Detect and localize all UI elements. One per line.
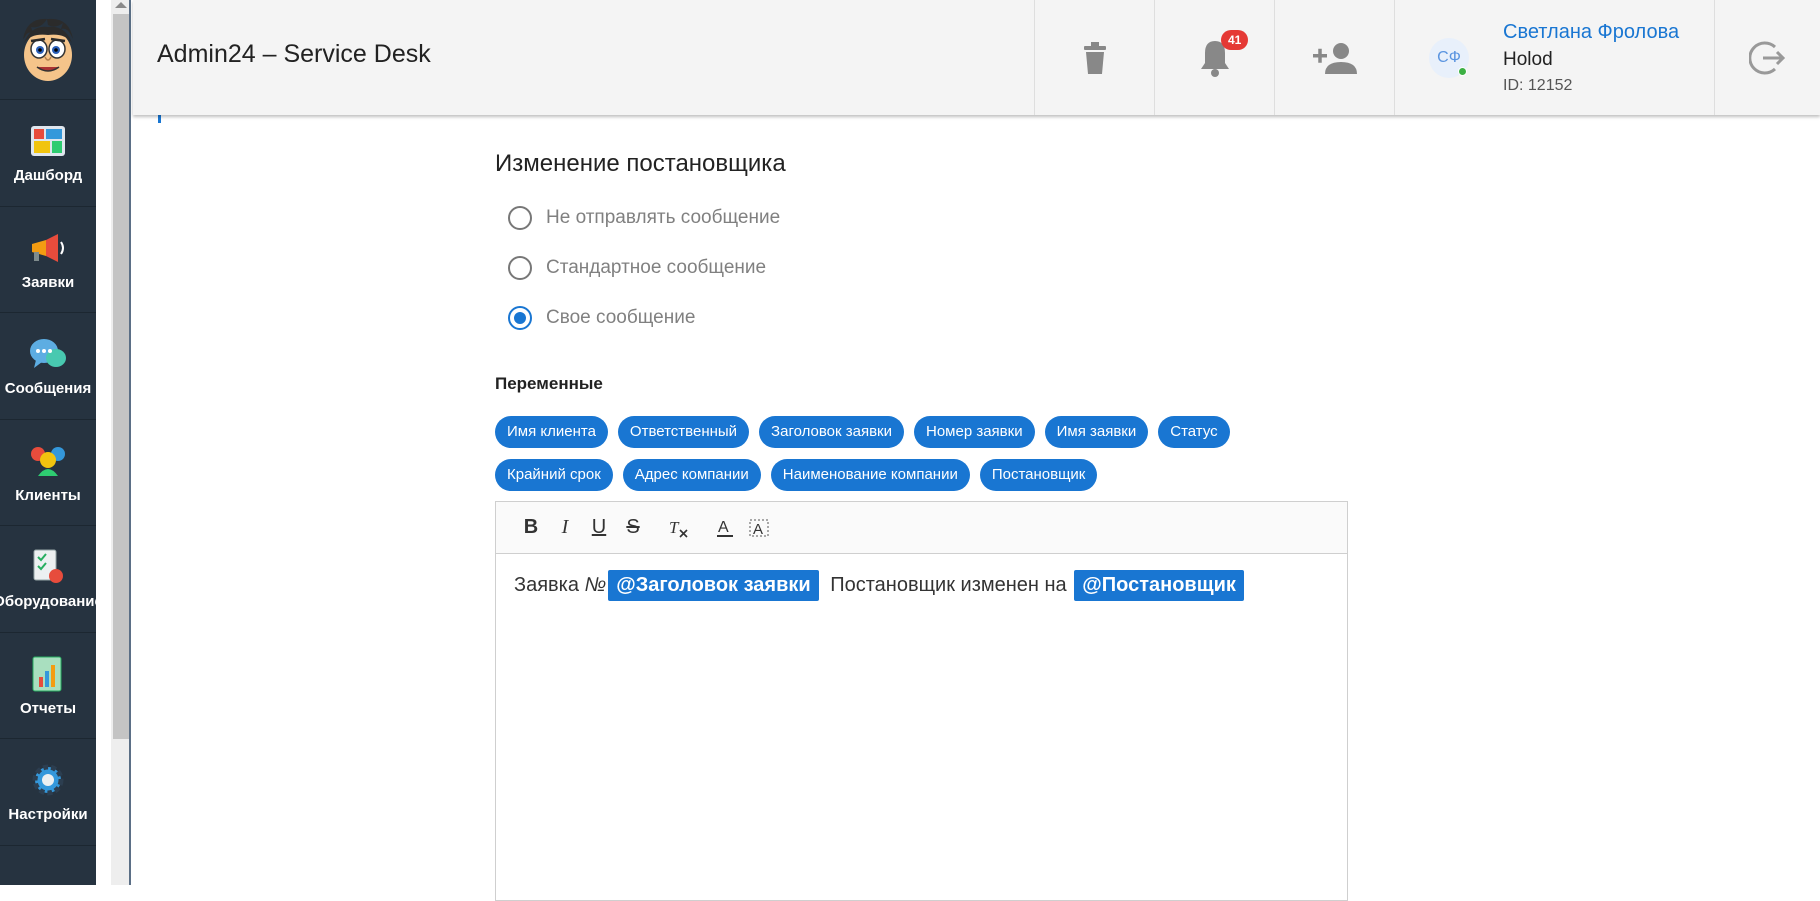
- scroll-thumb[interactable]: [113, 14, 129, 739]
- clear-format-icon[interactable]: T: [662, 511, 696, 545]
- settings-icon: [28, 760, 68, 800]
- variable-chip[interactable]: Заголовок заявки: [759, 416, 904, 448]
- underline-icon[interactable]: U: [582, 511, 616, 545]
- radio-button[interactable]: [508, 206, 532, 230]
- notification-count-badge: 41: [1221, 30, 1249, 50]
- svg-text:A: A: [718, 519, 729, 536]
- app-title: Admin24 – Service Desk: [157, 40, 431, 68]
- italic-icon[interactable]: I: [548, 511, 582, 545]
- online-status-dot: [1458, 66, 1467, 76]
- radio-custom-message[interactable]: Свое сообщение: [508, 306, 695, 330]
- equipment-icon: [28, 547, 68, 587]
- radio-button-checked[interactable]: [508, 306, 532, 330]
- user-id: ID: 12152: [1503, 76, 1573, 94]
- top-header: Admin24 – Service Desk 41 СФ Светлана Фр…: [133, 0, 1820, 115]
- radio-label: Свое сообщение: [546, 307, 696, 328]
- variable-mention[interactable]: @Постановщик: [1074, 570, 1244, 601]
- variable-chip[interactable]: Крайний срок: [495, 459, 613, 491]
- avatar-initials: СФ: [1437, 48, 1461, 66]
- logout-icon: [1748, 41, 1785, 74]
- variables-heading: Переменные: [495, 374, 603, 393]
- mascot-logo-icon: [23, 18, 73, 81]
- trash-icon: [1083, 41, 1106, 74]
- logout-button[interactable]: [1714, 0, 1820, 115]
- strikethrough-icon[interactable]: S: [616, 511, 650, 545]
- variable-chip[interactable]: Адрес компании: [622, 459, 761, 491]
- notifications-button[interactable]: 41: [1154, 0, 1274, 115]
- variables-chips-row-2: Крайний срок Адрес компании Наименование…: [495, 459, 1098, 491]
- radio-button[interactable]: [508, 256, 532, 280]
- editor-text-italic: №: [584, 574, 607, 596]
- variable-mention[interactable]: @Заголовок заявки: [608, 570, 819, 601]
- background-color-icon[interactable]: A: [742, 511, 776, 545]
- trash-button[interactable]: [1034, 0, 1154, 115]
- sidebar-item-label: Отчеты: [19, 699, 77, 717]
- sidebar-item-label: Оборудование: [0, 593, 103, 611]
- variable-chip[interactable]: Номер заявки: [914, 416, 1035, 448]
- sidebar-item-requests[interactable]: Заявки: [0, 207, 96, 313]
- sidebar-item-label: Настройки: [8, 806, 88, 824]
- editor-text: Заявка: [514, 574, 585, 596]
- variable-chip[interactable]: Ответственный: [617, 416, 750, 448]
- avatar[interactable]: СФ: [1429, 37, 1469, 78]
- sidebar-item-label: Клиенты: [15, 486, 81, 504]
- add-user-button[interactable]: [1274, 0, 1394, 115]
- variable-chip[interactable]: Постановщик: [979, 459, 1098, 491]
- accent-mark: [158, 115, 161, 123]
- user-info: Светлана Фролова Holod ID: 12152: [1503, 19, 1679, 97]
- editor-content[interactable]: Заявка № @Заголовок заявки Постановщик и…: [496, 554, 1347, 617]
- radio-no-message[interactable]: Не отправлять сообщение: [508, 206, 780, 230]
- sidebar-item-equipment[interactable]: Оборудование: [0, 526, 103, 633]
- scroll-up-arrow-icon[interactable]: [115, 2, 127, 8]
- radio-label: Стандартное сообщение: [546, 257, 767, 278]
- dashboard-icon: [28, 121, 68, 161]
- rich-text-editor: B I U S T A A Заявка № @Заголовок заявки…: [495, 501, 1348, 901]
- user-company: Holod: [1503, 48, 1553, 70]
- clients-icon: [28, 441, 68, 481]
- radio-label: Не отправлять сообщение: [546, 207, 781, 228]
- sidebar-item-messages[interactable]: Сообщения: [0, 313, 96, 420]
- section-title: Изменение постановщика: [495, 150, 786, 177]
- editor-toolbar: B I U S T A A: [496, 502, 1347, 554]
- sidebar-item-reports[interactable]: Отчеты: [0, 633, 96, 739]
- chat-icon: [28, 334, 68, 374]
- svg-text:T: T: [669, 518, 680, 537]
- variable-chip[interactable]: Статус: [1158, 416, 1230, 448]
- variable-chip[interactable]: Имя заявки: [1044, 416, 1149, 448]
- variable-chip[interactable]: Наименование компании: [770, 459, 970, 491]
- vertical-scrollbar[interactable]: [111, 0, 131, 885]
- sidebar-item-dashboard[interactable]: Дашборд: [0, 100, 96, 207]
- add-person-icon: [1312, 42, 1357, 74]
- sidebar-item-label: Сообщения: [4, 380, 92, 398]
- variable-chip[interactable]: Имя клиента: [495, 416, 608, 448]
- megaphone-icon: [28, 228, 68, 268]
- radio-standard-message[interactable]: Стандартное сообщение: [508, 256, 766, 280]
- sidebar-item-clients[interactable]: Клиенты: [0, 420, 96, 526]
- text-color-icon[interactable]: A: [708, 511, 742, 545]
- variables-chips-row-1: Имя клиента Ответственный Заголовок заяв…: [495, 416, 1230, 448]
- editor-text: Постановщик изменен на: [824, 574, 1073, 596]
- sidebar: Дашборд Заявки Сообщения Клиенты Оборудо…: [0, 0, 103, 885]
- svg-text:A: A: [753, 521, 763, 538]
- logo[interactable]: [0, 0, 96, 100]
- user-profile[interactable]: СФ Светлана Фролова Holod ID: 12152: [1394, 0, 1714, 115]
- user-name-link[interactable]: Светлана Фролова: [1503, 19, 1679, 45]
- sidebar-item-settings[interactable]: Настройки: [0, 739, 96, 846]
- sidebar-item-label: Заявки: [21, 273, 75, 291]
- bold-icon[interactable]: B: [514, 511, 548, 545]
- reports-icon: [28, 654, 68, 694]
- sidebar-item-label: Дашборд: [13, 167, 83, 185]
